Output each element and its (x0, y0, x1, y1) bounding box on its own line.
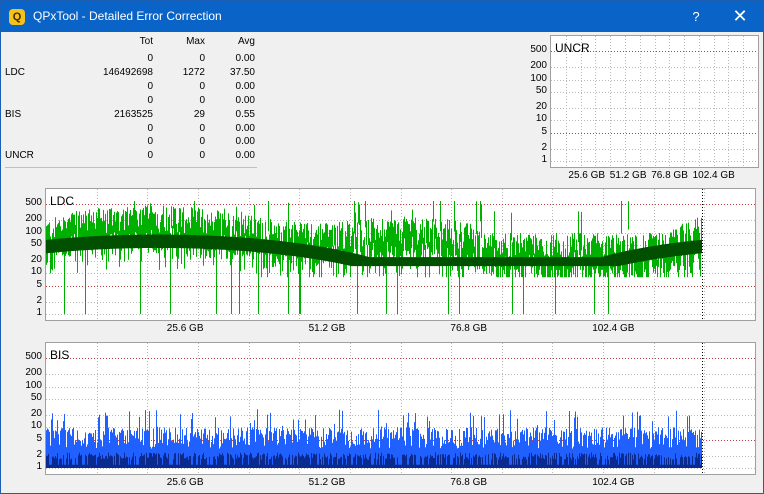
y-tick-label: 10 (30, 266, 42, 278)
chart-plot-area (551, 36, 758, 167)
stats-cell-tot: 0 (147, 53, 153, 64)
stats-cell-max: 0 (199, 94, 205, 106)
stats-cell-max: 0 (199, 122, 205, 134)
stats-cell-max: 0 (199, 150, 205, 162)
x-tick-label: 51.2 GB (308, 477, 346, 488)
y-tick-label: 10 (535, 113, 547, 125)
stats-table: Tot Max Avg 0 0 0.00 LDC 146492698 1272 37.50 0… (1, 33, 263, 169)
y-tick-label: 200 (25, 367, 42, 379)
y-tick-label: 200 (25, 213, 42, 225)
stats-divider (5, 167, 257, 168)
x-tick-label: 76.8 GB (651, 170, 688, 181)
uncr-chart: UNCR (550, 35, 759, 168)
y-tick-label: 200 (530, 60, 547, 72)
y-tick-label: 1 (541, 154, 547, 165)
header-max: Max (186, 36, 205, 47)
header-avg: Avg (237, 36, 255, 47)
stats-cell-tot: 2163525 (114, 108, 153, 120)
stats-cell-tot: 0 (147, 136, 153, 148)
stats-row-label: BIS (5, 108, 22, 120)
stats-row-label: LDC (5, 66, 26, 78)
x-tick-label: 102.4 GB (692, 170, 735, 181)
stats-cell-avg: 0.00 (235, 136, 255, 148)
stats-cell-max: 0 (199, 53, 205, 64)
chart-plot-area (46, 343, 755, 474)
stats-cell-max: 29 (193, 108, 205, 120)
window-title: QPxTool - Detailed Error Correction (33, 9, 222, 23)
y-tick-label: 2 (36, 294, 42, 306)
y-tick-label: 20 (30, 408, 42, 420)
stats-cell-avg: 0.00 (235, 94, 255, 106)
stats-cell-avg: 0.00 (235, 150, 255, 162)
x-tick-label: 102.4 GB (592, 477, 635, 488)
y-tick-label: 100 (25, 225, 42, 237)
app-window: Q QPxTool - Detailed Error Correction ? … (0, 0, 764, 494)
y-tick-label: 1 (36, 461, 42, 472)
y-tick-label: 5 (36, 432, 42, 444)
close-button[interactable]: ✕ (717, 1, 763, 32)
x-tick-label: 76.8 GB (450, 477, 488, 488)
help-button[interactable]: ? (677, 1, 715, 32)
y-tick-label: 500 (25, 197, 42, 209)
y-tick-label: 1 (36, 307, 42, 318)
y-tick-label: 100 (530, 72, 547, 84)
title-bar[interactable]: Q QPxTool - Detailed Error Correction ? … (1, 1, 763, 32)
stats-cell-avg: 0.00 (235, 122, 255, 134)
y-tick-label: 100 (25, 379, 42, 391)
y-tick-label: 2 (541, 141, 547, 153)
y-tick-label: 2 (36, 448, 42, 460)
y-tick-label: 20 (30, 254, 42, 266)
header-tot: Tot (139, 36, 153, 47)
chart-plot-area (46, 189, 755, 320)
stats-row-label: UNCR (5, 150, 34, 162)
y-tick-label: 50 (535, 84, 547, 96)
x-tick-label: 76.8 GB (450, 323, 488, 334)
stats-cell-max: 0 (199, 80, 205, 92)
qpxtool-app-icon: Q (9, 9, 25, 25)
x-tick-label: 51.2 GB (609, 170, 647, 181)
y-tick-label: 50 (30, 391, 42, 403)
y-tick-label: 500 (530, 44, 547, 56)
stats-cell-max: 0 (199, 136, 205, 148)
stats-cell-avg: 0.00 (235, 80, 255, 92)
stats-cell-avg: 37.50 (229, 66, 255, 78)
stats-cell-tot: 0 (147, 94, 153, 106)
y-tick-label: 5 (541, 125, 547, 137)
x-tick-label: 51.2 GB (308, 323, 346, 334)
ldc-chart-title: LDC (50, 194, 75, 208)
x-tick-label: 102.4 GB (592, 323, 635, 334)
x-tick-label: 25.6 GB (166, 477, 204, 488)
y-tick-label: 20 (535, 101, 547, 113)
stats-cell-tot: 0 (147, 80, 153, 92)
y-tick-label: 50 (30, 237, 42, 249)
x-tick-label: 25.6 GB (166, 323, 204, 334)
x-tick-label: 25.6 GB (568, 170, 606, 181)
y-tick-label: 5 (36, 278, 42, 290)
stats-cell-max: 1272 (182, 66, 205, 78)
bis-chart: BIS (45, 342, 756, 475)
uncr-chart-title: UNCR (555, 41, 590, 55)
bis-chart-title: BIS (50, 348, 70, 362)
y-tick-label: 500 (25, 351, 42, 363)
stats-cell-avg: 0.00 (235, 53, 255, 64)
stats-cell-tot: 0 (147, 122, 153, 134)
stats-cell-avg: 0.55 (235, 108, 255, 120)
y-tick-label: 10 (30, 420, 42, 432)
ldc-chart: LDC (45, 188, 756, 321)
stats-cell-tot: 0 (147, 150, 153, 162)
stats-cell-tot: 146492698 (102, 66, 153, 78)
